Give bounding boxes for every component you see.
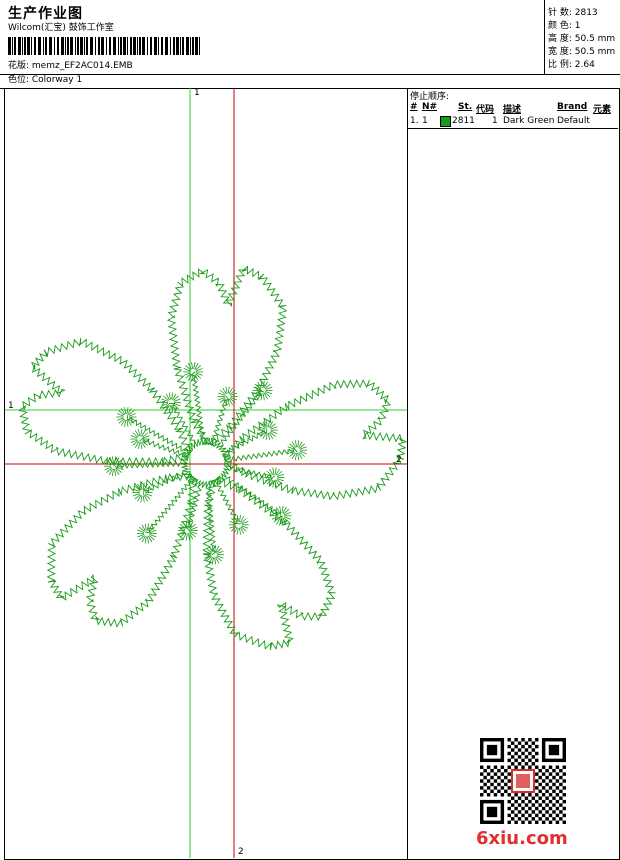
axis-label-green-h: 1	[8, 401, 14, 411]
design-drawing	[5, 88, 407, 858]
col-n: N#	[422, 102, 438, 112]
row-brand: Default	[557, 116, 590, 126]
stats-panel: 针 数: 2813 颜 色: 1 高 度: 50.5 mm 宽 度: 50.5 …	[544, 0, 620, 74]
barcode	[8, 37, 200, 55]
stop-sequence-title: 停止顺序:	[410, 92, 450, 102]
stat-colors: 颜 色: 1	[548, 21, 581, 31]
stat-stitches: 针 数: 2813	[548, 8, 598, 18]
col-index: #	[410, 102, 418, 112]
design-canvas: 1 1 2 2	[4, 88, 408, 860]
row-index: 1.	[410, 116, 419, 126]
embroidery-flower	[18, 265, 407, 651]
header-divider	[0, 74, 620, 75]
col-code: 代码	[476, 105, 495, 115]
company-name: Wilcom(汇宝) 鼓饰工作室	[8, 23, 114, 33]
stat-height: 高 度: 50.5 mm	[548, 34, 616, 44]
page-title: 生产作业图	[8, 6, 83, 22]
row-n: 1	[422, 116, 428, 126]
row-code: 1	[492, 116, 498, 126]
design-file: 花版: memz_EF2AC014.EMB	[8, 61, 133, 71]
axis-label-green-v: 1	[194, 88, 200, 98]
row-description: Dark Green	[503, 116, 555, 126]
col-element: 元素	[593, 105, 612, 115]
stat-scale: 比 例: 2.64	[548, 60, 595, 70]
color-swatch	[440, 116, 451, 127]
row-stitches: 2811	[452, 116, 475, 126]
stop-sequence-panel: 停止顺序: # N# St. 代码 描述 Brand 元素 1. 1 2811 …	[408, 88, 620, 860]
stat-width: 宽 度: 50.5 mm	[548, 47, 616, 57]
colorway: 色位: Colorway 1	[8, 75, 83, 85]
axis-label-red-h: 2	[396, 455, 402, 465]
col-description: 描述	[503, 105, 522, 115]
axis-label-red-v: 2	[238, 847, 244, 857]
col-stitches: St.	[458, 102, 473, 112]
col-brand: Brand	[557, 102, 588, 112]
row-divider	[408, 128, 618, 129]
